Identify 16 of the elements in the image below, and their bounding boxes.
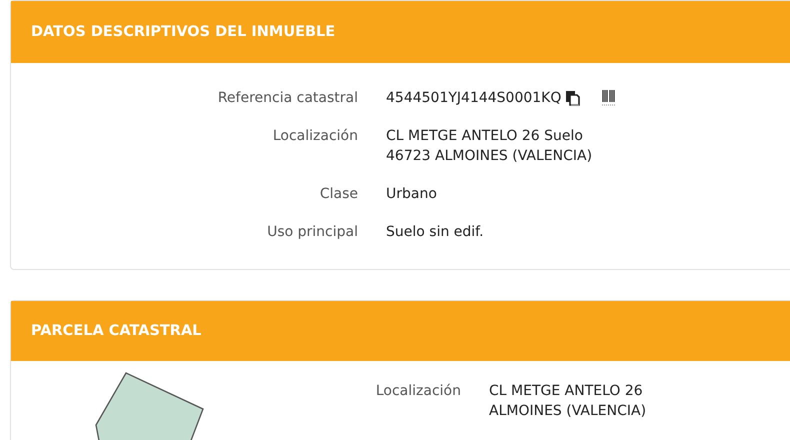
field-label: Uso principal <box>266 223 358 242</box>
copy-icon[interactable] <box>565 90 582 106</box>
field-value: 4544501YJ4144S0001KQ <box>386 89 562 108</box>
barcode-icon[interactable] <box>601 89 618 107</box>
field-value: CL METGE ANTELO 26 Suelo <box>386 127 583 146</box>
field-label: Referencia catastral <box>216 89 358 108</box>
field-value: Urbano <box>386 185 437 204</box>
field-value: CL METGE ANTELO 26 <box>489 382 643 401</box>
field-label: Localización <box>374 382 461 401</box>
field-value: ALMOINES (VALENCIA) <box>489 402 646 421</box>
field-value: Suelo sin edif. <box>386 223 484 242</box>
section-title: PARCELA CATASTRAL <box>31 322 202 341</box>
section-title: DATOS DESCRIPTIVOS DEL INMUEBLE <box>31 23 336 42</box>
field-value: 46723 ALMOINES (VALENCIA) <box>386 147 592 166</box>
field-label: Clase <box>318 185 358 204</box>
field-label: Localización <box>272 127 358 146</box>
